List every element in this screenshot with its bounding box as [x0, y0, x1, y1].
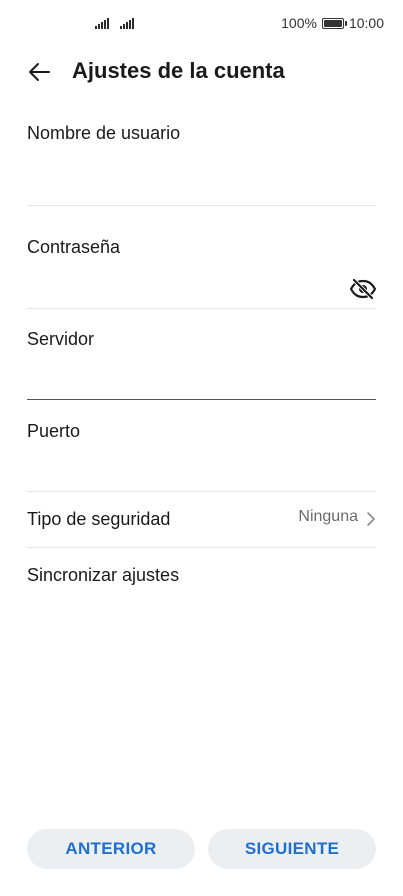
- battery-percent: 100%: [281, 15, 317, 31]
- signal-icon: [95, 17, 109, 29]
- status-right: 100% 10:00: [281, 15, 384, 31]
- previous-button[interactable]: ANTERIOR: [27, 829, 195, 869]
- server-underline-active: [27, 399, 376, 400]
- page-title: Ajustes de la cuenta: [72, 58, 285, 83]
- password-visibility-toggle[interactable]: [349, 277, 377, 301]
- password-input[interactable]: [27, 276, 337, 302]
- status-bar: 100% 10:00: [0, 0, 403, 48]
- divider: [27, 205, 376, 206]
- security-type-label: Tipo de seguridad: [27, 509, 171, 529]
- eye-off-icon: [349, 278, 377, 300]
- clock: 10:00: [348, 15, 384, 31]
- password-label: Contraseña: [27, 237, 121, 257]
- arrow-left-icon: [29, 63, 50, 81]
- signal-icon: [120, 17, 134, 29]
- battery-icon: [321, 17, 347, 29]
- app-header: Ajustes de la cuenta: [0, 48, 403, 96]
- port-label: Puerto: [27, 421, 81, 441]
- username-label: Nombre de usuario: [27, 123, 181, 143]
- port-input[interactable]: [27, 459, 337, 485]
- server-label: Servidor: [27, 329, 95, 349]
- server-input[interactable]: [27, 368, 337, 394]
- divider: [27, 547, 376, 548]
- back-button[interactable]: [26, 58, 54, 86]
- divider: [27, 491, 376, 492]
- sync-settings-label: Sincronizar ajustes: [27, 565, 180, 585]
- username-input[interactable]: [27, 168, 337, 194]
- bottom-button-bar: ANTERIOR SIGUIENTE: [0, 829, 403, 869]
- divider: [27, 308, 376, 309]
- security-type-value: Ninguna: [298, 508, 358, 525]
- sync-settings-row[interactable]: Sincronizar ajustes: [27, 550, 376, 602]
- security-type-row[interactable]: Tipo de seguridad Ninguna: [27, 494, 376, 546]
- next-button[interactable]: SIGUIENTE: [208, 829, 376, 869]
- chevron-right-icon: [367, 512, 375, 526]
